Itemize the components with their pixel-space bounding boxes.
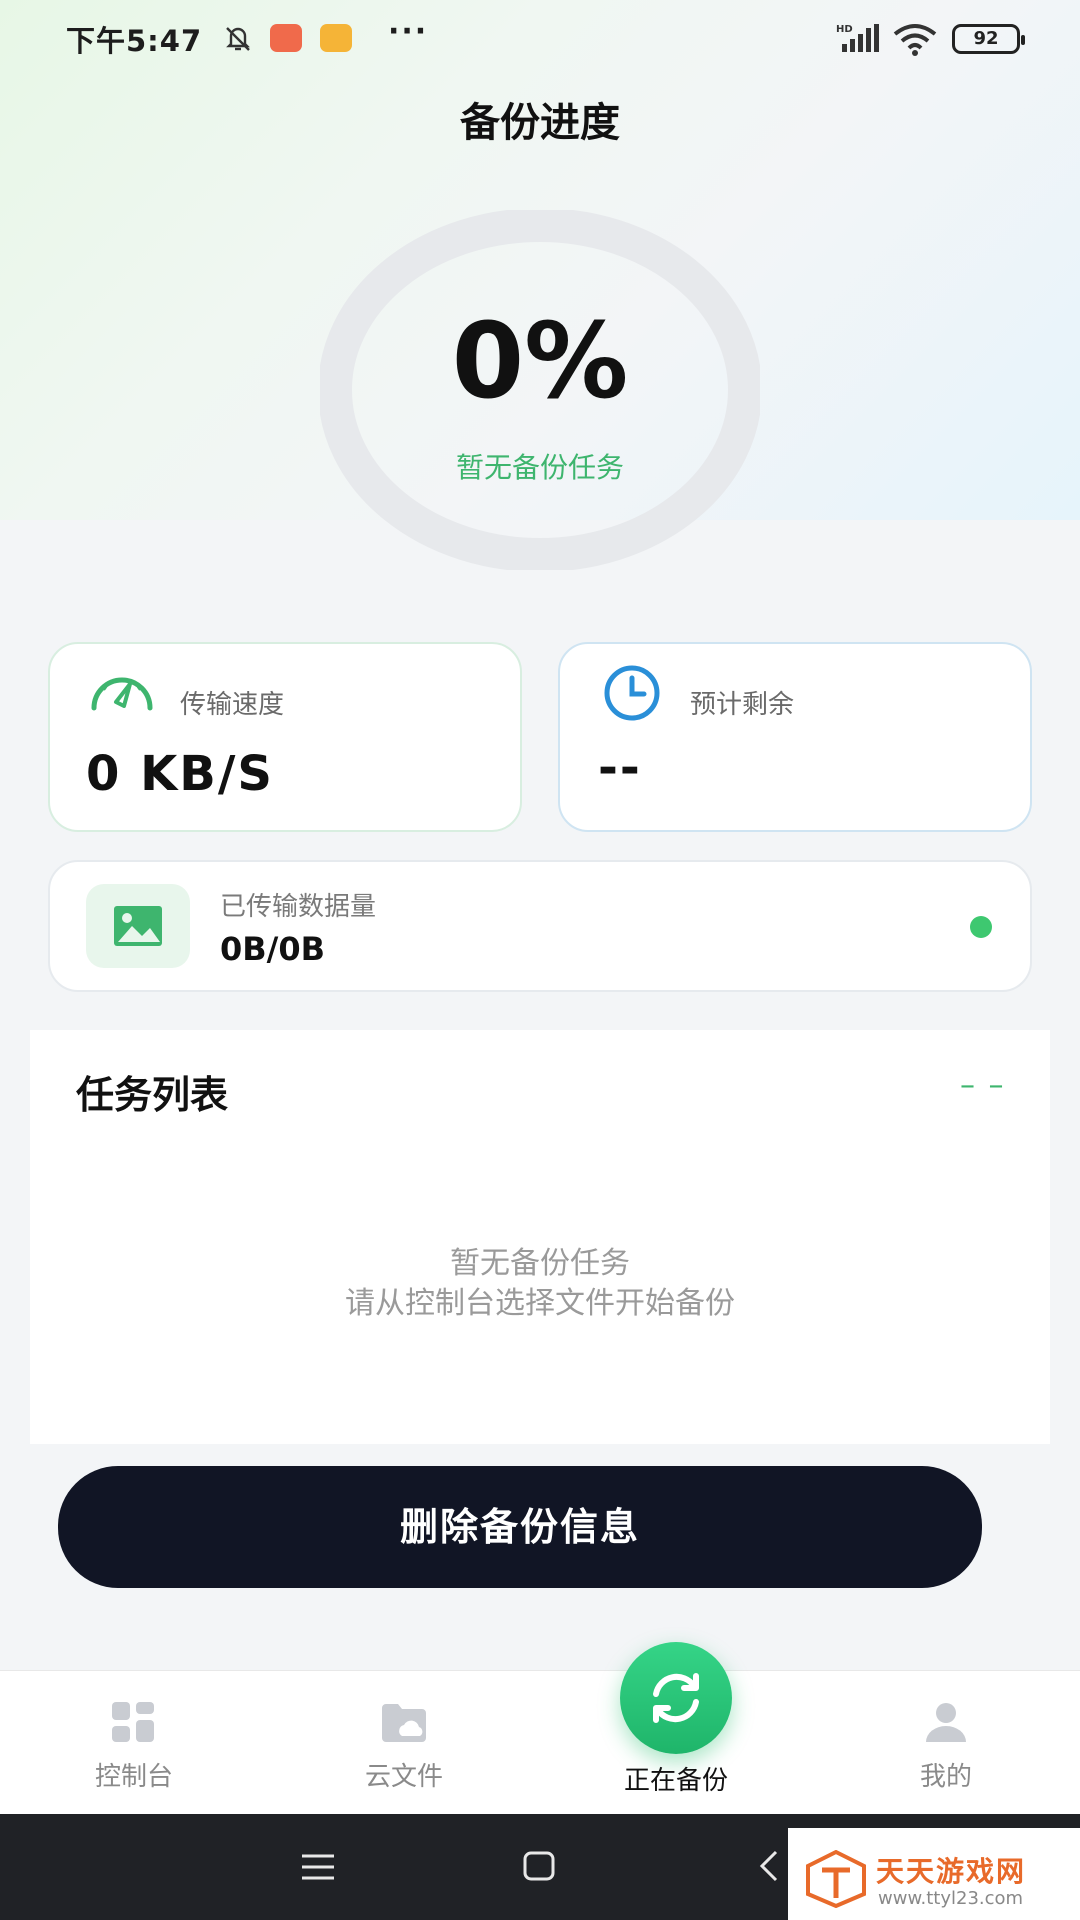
empty-state-hint: 请从控制台选择文件开始备份 [345,1286,735,1321]
page-title: 备份进度 [460,100,620,146]
task-list-collapse-button[interactable]: – – [960,1068,1006,1103]
image-icon [114,906,162,946]
battery-icon: 92 [952,24,1025,54]
nav-item-backing-up[interactable] [620,1642,732,1754]
watermark-logo-icon [806,1850,866,1908]
sync-icon [653,1673,699,1723]
nav-label-backing-up: 正在备份 [623,1766,728,1796]
nav-label-dashboard: 控制台 [94,1762,173,1792]
home-icon[interactable] [522,1850,556,1882]
watermark-url: www.ttyl23.com [878,1888,1024,1909]
empty-state-title: 暂无备份任务 [450,1246,630,1281]
data-transferred-label: 已传输数据量 [220,892,377,922]
watermark-name: 天天游戏网 [876,1855,1027,1888]
speedometer-icon [91,677,153,711]
remaining-value: -- [598,740,642,796]
nav-label-cloud-files: 云文件 [364,1762,443,1792]
nav-item-dashboard[interactable]: 控制台 [34,1700,234,1800]
menu-icon[interactable] [300,1852,336,1882]
progress-status: 暂无备份任务 [455,451,624,484]
back-icon[interactable] [756,1848,782,1884]
data-transferred-value: 0B/0B [220,930,325,968]
task-list-title: 任务列表 [76,1073,229,1117]
bell-muted-icon [226,27,250,51]
wifi-icon [893,24,937,56]
dashboard-icon [112,1702,154,1742]
nav-item-me[interactable]: 我的 [846,1700,1046,1800]
remaining-label: 预计剩余 [690,690,795,720]
user-icon [926,1703,966,1742]
gallery-notification-icon [320,24,352,52]
nav-label-me: 我的 [919,1762,972,1792]
status-dot [970,916,992,938]
app-notification-icon [270,24,302,52]
speed-value: 0 KB/S [86,746,274,802]
nav-item-cloud-files[interactable]: 云文件 [304,1700,504,1800]
status-time: 下午5:47 [66,24,203,58]
progress-percent: 0% [451,300,629,422]
image-icon-tile [86,884,190,968]
data-transferred-card [48,860,1032,992]
hd-signal-icon: HD [836,24,879,52]
cloud-folder-icon [382,1704,426,1742]
clock-icon [604,665,660,721]
speed-label: 传输速度 [180,690,285,720]
more-notifications: ··· [388,14,429,49]
delete-backup-info-button[interactable]: 删除备份信息 [58,1466,982,1588]
svg-text:HD: HD [836,24,853,35]
